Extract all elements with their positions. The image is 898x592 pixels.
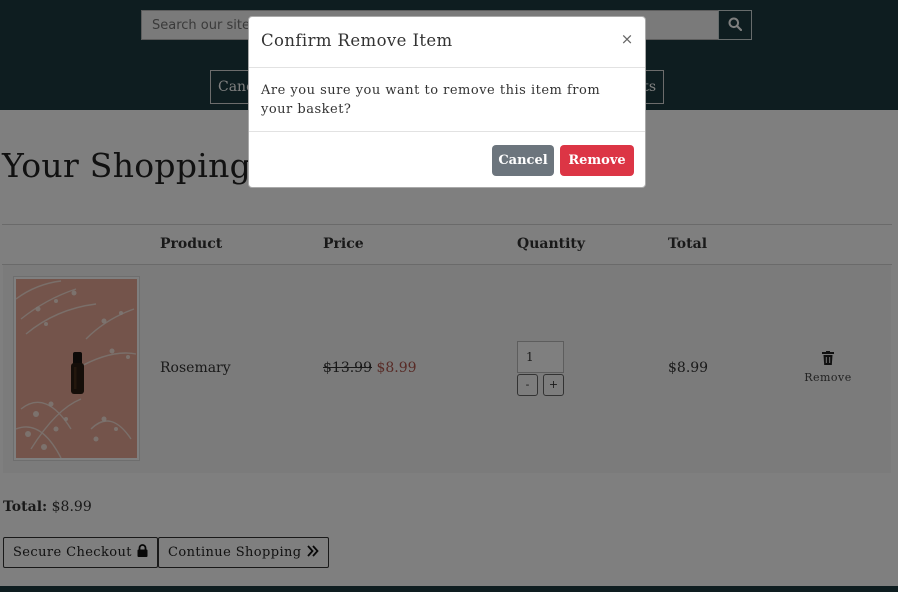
confirm-remove-modal: Confirm Remove Item × Are you sure you w… <box>248 16 646 188</box>
cancel-button[interactable]: Cancel <box>492 145 554 176</box>
modal-header-divider <box>249 67 645 68</box>
modal-title: Confirm Remove Item <box>261 31 453 50</box>
modal-message: Are you sure you want to remove this ite… <box>261 83 601 117</box>
modal-footer-divider <box>249 131 645 132</box>
confirm-remove-button[interactable]: Remove <box>560 145 634 176</box>
close-icon[interactable]: × <box>618 29 636 49</box>
